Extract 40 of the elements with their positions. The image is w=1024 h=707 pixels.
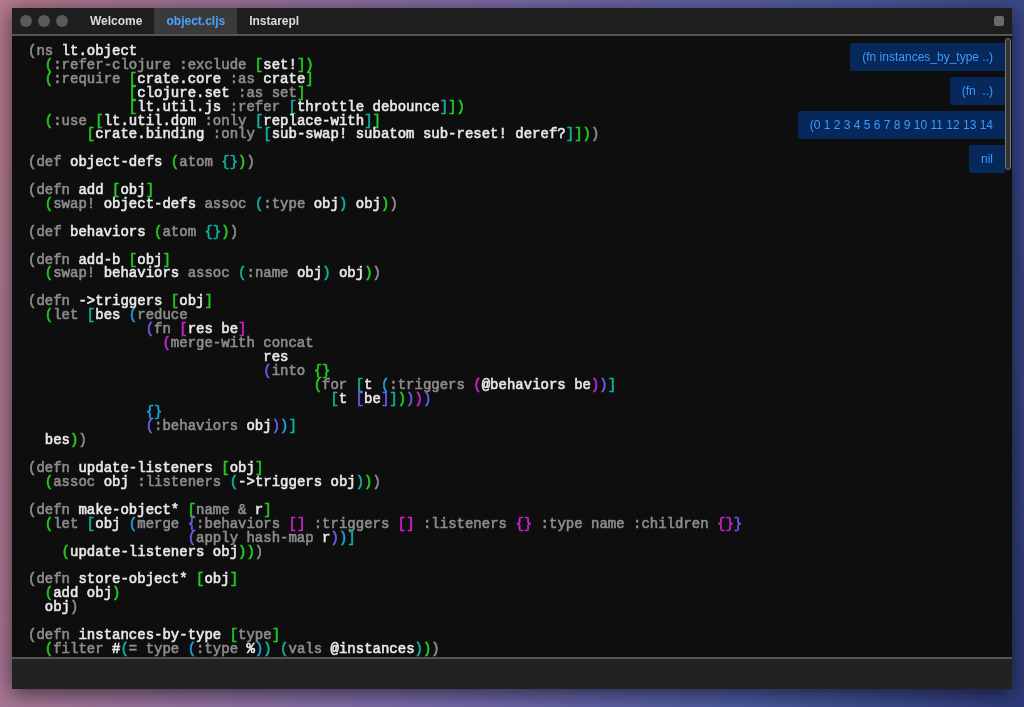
code-line: (def behaviors (atom {})) <box>28 222 239 240</box>
code-line: (merge-with concat <box>161 336 314 351</box>
code-line: {} <box>144 406 163 421</box>
code-line: (swap! behaviors assoc (:name obj) obj)) <box>44 267 381 282</box>
code-line: (filter #(= type (:type %)) (vals @instances))) <box>44 642 440 657</box>
code-line: [clojure.set :as set] <box>127 86 306 101</box>
code-line: (:refer-clojure :exclude [set!]) <box>44 58 314 73</box>
code-line: (apply hash-map r))] <box>187 531 356 546</box>
code-line: [t [be]])))) <box>329 392 432 407</box>
code-line: (defn instances-by-type [type] <box>28 625 281 643</box>
code-line: obj) <box>43 601 79 616</box>
code-line: (for [t (:triggers (@behaviors be))] <box>312 378 617 393</box>
code-line: (:require [crate.core :as crate] <box>43 72 314 87</box>
inline-result: (0 1 2 3 4 5 6 7 8 9 10 11 12 13 14 <box>797 111 1005 139</box>
code-line: (:behaviors obj))] <box>144 420 297 435</box>
window-control-icon[interactable] <box>20 15 32 27</box>
code-line: (swap! object-defs assoc (:type obj) obj)) <box>44 197 398 212</box>
code-line: (ns lt.object <box>28 45 138 59</box>
inline-result: (fn ..) <box>949 77 1005 105</box>
inline-result: nil <box>969 145 1005 173</box>
code-line: (defn add [obj] <box>28 181 155 198</box>
square-icon[interactable] <box>994 16 1004 26</box>
code-line: (def object-defs (atom {})) <box>28 153 255 171</box>
window-control-icon[interactable] <box>56 15 68 27</box>
scrollbar[interactable] <box>1005 38 1011 170</box>
editor-tab[interactable]: object.cljs <box>154 8 238 34</box>
code-line: (defn ->triggers [obj] <box>28 292 213 310</box>
code-line: (defn update-listeners [obj] <box>28 459 264 476</box>
code-line: (let [obj (merge {:behaviors [] :triggers [] :listeners {} :type name :children {}} <box>44 517 743 532</box>
window-control-icon[interactable] <box>38 15 50 27</box>
code-line: (into {} <box>262 364 331 379</box>
inline-result: (fn instances_by_type ..) <box>850 43 1005 71</box>
code-line: bes)) <box>43 434 87 449</box>
code-line: (defn make-object* [name & r] <box>28 500 272 518</box>
code-line: res <box>262 350 289 365</box>
editor-tab[interactable]: Instarepl <box>237 8 312 34</box>
code-line: (assoc obj :listeners (->triggers obj))) <box>44 476 381 490</box>
code-line: [crate.binding :only [sub-swap! subatom sub-reset! deref?]])) <box>85 128 600 143</box>
editor-tab[interactable]: Welcome <box>78 8 155 34</box>
code-line: (update-listeners obj))) <box>60 545 264 560</box>
